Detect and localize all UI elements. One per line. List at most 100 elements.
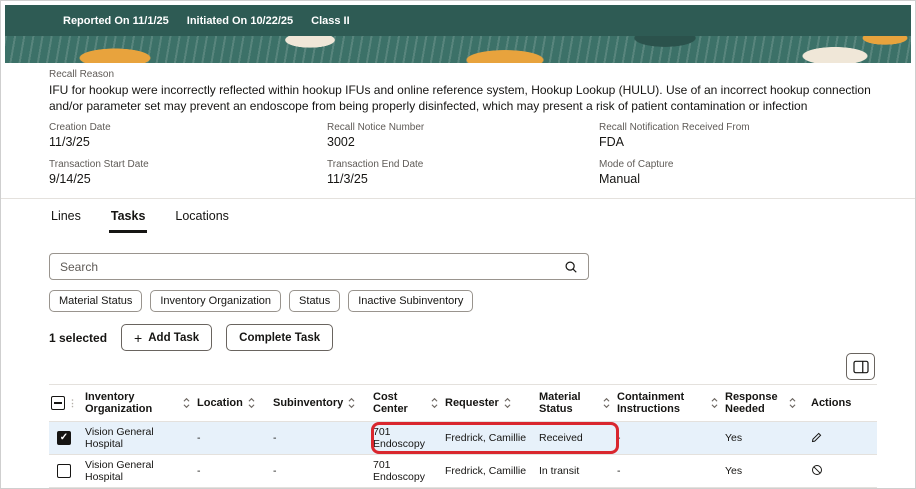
field-value: FDA [599, 135, 624, 150]
table-row[interactable]: Vision General Hospital - - 701 Endoscop… [49, 422, 877, 456]
search-box[interactable] [49, 253, 589, 281]
main-content: Recall Reason IFU for hookup were incorr… [1, 63, 915, 488]
tab-bar: Lines Tasks Locations [49, 199, 875, 234]
cell-requester: Fredrick, Camillie [445, 465, 527, 478]
plus-icon: + [134, 329, 143, 346]
task-toolbar: 1 selected + Add Task Complete Task [49, 324, 875, 352]
cell-subinventory: - [273, 465, 277, 478]
field-label: Creation Date [49, 122, 111, 134]
field-creation-date: Creation Date 11/3/25 [49, 122, 327, 149]
tasks-table: ⋮ Inventory Organization Location Subinv… [49, 384, 877, 488]
column-header-containment-instructions[interactable]: Containment Instructions [617, 388, 725, 419]
field-label: Recall Notification Received From [599, 122, 750, 134]
column-label: Cost Center [373, 390, 408, 416]
manage-columns-button[interactable] [846, 353, 875, 381]
column-header-response-needed[interactable]: Response Needed [725, 388, 803, 419]
field-recall-notification-received-from: Recall Notification Received From FDA [599, 122, 875, 149]
tab-locations[interactable]: Locations [173, 205, 231, 233]
selected-count: 1 selected [49, 330, 108, 345]
cancel-action-icon[interactable] [811, 464, 823, 476]
cell-actions [803, 428, 877, 450]
field-value: 11/3/25 [327, 172, 368, 187]
recall-reason-label: Recall Reason [49, 69, 115, 80]
tab-lines[interactable]: Lines [49, 205, 83, 233]
search-input[interactable] [60, 259, 564, 274]
field-recall-notice-number: Recall Notice Number 3002 [327, 122, 599, 149]
cell-actions [803, 461, 877, 483]
row-checkbox[interactable] [57, 431, 71, 446]
cell-cost-center: 701 Endoscopy [373, 425, 425, 451]
sort-icon[interactable] [503, 397, 512, 409]
column-header-inventory-organization[interactable]: Inventory Organization [85, 388, 197, 419]
complete-task-label: Complete Task [239, 331, 321, 344]
column-label: Actions [811, 397, 852, 410]
add-task-button[interactable]: + Add Task [121, 324, 213, 352]
recall-fields: Creation Date 11/3/25 Recall Notice Numb… [49, 122, 875, 186]
column-label: Containment Instructions [617, 390, 685, 416]
field-transaction-start-date: Transaction Start Date 9/14/25 [49, 159, 327, 186]
field-value: 11/3/25 [49, 135, 90, 150]
manage-columns-icon [852, 360, 869, 374]
cell-requester: Fredrick, Camillie [445, 432, 527, 445]
cell-inventory-organization: Vision General Hospital [85, 458, 154, 484]
sort-icon[interactable] [182, 397, 191, 409]
field-value: 3002 [327, 135, 355, 150]
column-header-requester[interactable]: Requester [445, 394, 539, 413]
decorative-banner [5, 36, 911, 63]
edit-action-icon[interactable] [811, 431, 823, 443]
recall-notice-page: Reported On 11/1/25 Initiated On 10/22/2… [0, 0, 916, 489]
add-task-label: Add Task [148, 331, 200, 344]
cell-containment-instructions: - [617, 465, 621, 478]
status-header-bar: Reported On 11/1/25 Initiated On 10/22/2… [5, 5, 911, 36]
column-header-subinventory[interactable]: Subinventory [273, 394, 373, 413]
row-select-cell [49, 461, 85, 481]
initiated-on-label: Initiated On 10/22/25 [186, 14, 294, 27]
field-mode-of-capture: Mode of Capture Manual [599, 159, 875, 186]
column-header-location[interactable]: Location [197, 394, 273, 413]
reported-on-label: Reported On 11/1/25 [63, 14, 169, 27]
cell-inventory-organization: Vision General Hospital [85, 425, 154, 451]
column-label: Requester [445, 397, 499, 410]
column-header-material-status[interactable]: Material Status [539, 388, 617, 419]
sort-icon[interactable] [247, 397, 256, 409]
sort-icon[interactable] [347, 397, 356, 409]
column-label: Material Status [539, 390, 581, 416]
cell-location: - [197, 465, 201, 478]
field-transaction-end-date: Transaction End Date 11/3/25 [327, 159, 599, 186]
sort-icon[interactable] [602, 397, 611, 409]
row-select-cell [49, 428, 85, 448]
row-checkbox[interactable] [57, 464, 71, 479]
column-header-actions: Actions [803, 394, 877, 413]
column-label: Subinventory [273, 397, 344, 410]
cell-subinventory: - [273, 432, 277, 445]
select-all-checkbox[interactable] [51, 396, 65, 411]
cell-material-status: In transit [539, 465, 580, 478]
field-value: Manual [599, 172, 640, 187]
cell-containment-instructions: - [617, 432, 621, 445]
field-label: Mode of Capture [599, 159, 674, 171]
chip-status[interactable]: Status [289, 290, 341, 313]
class-label: Class II [311, 14, 350, 27]
cell-response-needed: Yes [725, 432, 743, 445]
column-header-cost-center[interactable]: Cost Center [373, 388, 445, 419]
search-icon[interactable] [564, 260, 578, 274]
select-all-cell: ⋮ [49, 393, 85, 413]
cell-location: - [197, 432, 201, 445]
sort-icon[interactable] [788, 397, 797, 409]
sort-icon[interactable] [430, 397, 439, 409]
chip-inactive-subinventory[interactable]: Inactive Subinventory [348, 290, 474, 313]
cell-material-status: Received [539, 432, 583, 445]
field-value: 9/14/25 [49, 172, 91, 187]
sort-icon[interactable] [710, 397, 719, 409]
chip-material-status[interactable]: Material Status [49, 290, 143, 313]
complete-task-button[interactable]: Complete Task [226, 324, 334, 352]
recall-reason-text: IFU for hookup were incorrectly reflecte… [49, 83, 871, 114]
column-handle-icon: ⋮ [68, 398, 77, 409]
chip-inventory-organization[interactable]: Inventory Organization [150, 290, 282, 313]
table-row[interactable]: Vision General Hospital - - 701 Endoscop… [49, 455, 877, 488]
cell-cost-center: 701 Endoscopy [373, 458, 425, 484]
tab-tasks[interactable]: Tasks [108, 205, 148, 234]
field-label: Transaction End Date [327, 159, 424, 171]
column-label: Response Needed [725, 390, 778, 416]
filter-chips: Material Status Inventory Organization S… [49, 290, 875, 313]
